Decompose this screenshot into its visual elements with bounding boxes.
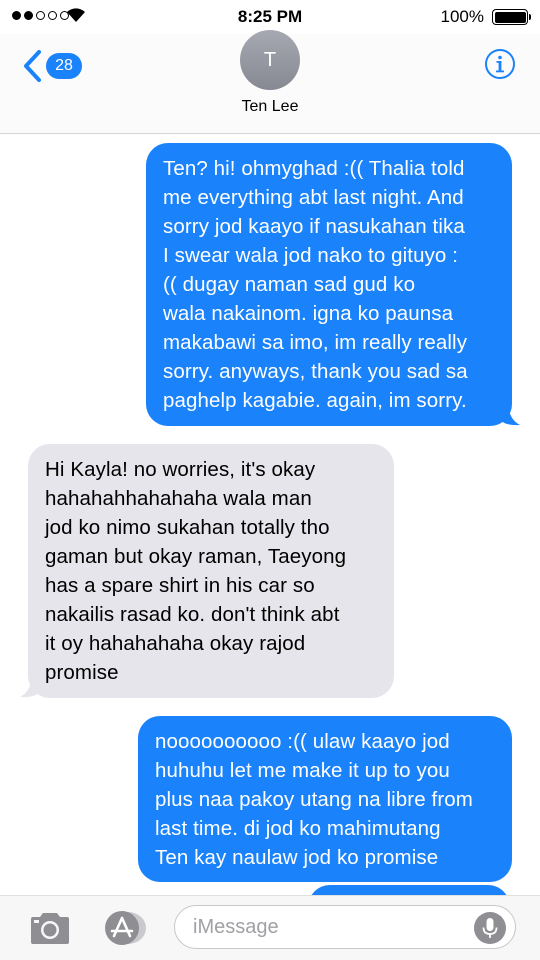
unread-count-badge: 28 — [46, 53, 82, 79]
message-bubble-outgoing[interactable]: noooooooooo :(( ulaw kaayo jod huhuhu let… — [138, 716, 512, 882]
message-text-line: Ten kay naulaw jod ko promise — [155, 846, 439, 869]
chevron-left-icon — [24, 50, 41, 82]
message-text-line: paghelp kagabie. again, im sorry. — [163, 389, 467, 412]
message-text-line: Ten? hi! ohmyghad :(( Thalia told — [163, 157, 465, 180]
info-icon[interactable] — [484, 48, 516, 80]
message-text-line: gaman but okay raman, Taeyong — [45, 545, 347, 568]
message-text-line: wala nakainom. igna ko paunsa — [163, 302, 454, 325]
message-bubble-outgoing[interactable]: Ten? hi! ohmyghad :(( Thalia told me ever… — [146, 143, 512, 426]
message-thread[interactable]: Ten? hi! ohmyghad :(( Thalia told me ever… — [0, 135, 540, 895]
status-bar: 8:25 PM 100% — [0, 0, 540, 34]
message-text-line: it oy hahahahaha okay rajod — [45, 632, 306, 655]
message-text-line: (( dugay naman sad gud ko — [163, 273, 416, 296]
contact-name[interactable]: Ten Lee — [0, 98, 540, 116]
message-input[interactable] — [174, 905, 516, 949]
message-bubble-incoming[interactable]: Hi Kayla! no worries, it's okay hahahahha… — [28, 444, 394, 698]
message-text-line: Hi Kayla! no worries, it's okay — [45, 458, 316, 481]
message-text-line: jod ko nimo sukahan totally tho — [45, 516, 330, 539]
app-store-icon[interactable] — [100, 910, 148, 946]
battery-percent: 100% — [440, 7, 484, 26]
message-text-line: me everything abt last night. And — [163, 186, 464, 209]
bubble-tail — [500, 406, 520, 426]
microphone-button[interactable] — [474, 912, 506, 944]
bubble-tail — [20, 678, 40, 698]
message-text-line: sorry. anyways, thank you sad sa — [163, 360, 468, 383]
compose-bar — [0, 895, 540, 960]
message-text-line: noooooooooo :(( ulaw kaayo jod — [155, 730, 450, 753]
back-button[interactable]: 28 — [20, 48, 82, 84]
message-text-line: nakailis rasad ko. don't think abt — [45, 603, 340, 626]
microphone-icon — [482, 918, 498, 938]
message-text-line: has a spare shirt in his car so — [45, 574, 315, 597]
message-text-line: huhuhu let me make it up to you — [155, 759, 450, 782]
message-text-line: plus naa pakoy utang na libre from — [155, 788, 473, 811]
message-text-line: last time. di jod ko mahimutang — [155, 817, 441, 840]
message-bubble-outgoing[interactable] — [308, 885, 510, 895]
message-text-line: promise — [45, 661, 119, 684]
camera-icon[interactable] — [28, 911, 72, 945]
message-text-line: hahahahhahahaha wala man — [45, 487, 312, 510]
message-text-line: sorry jod kaayo if nasukahan tika — [163, 215, 465, 238]
message-text-line: makabawi sa imo, im really really — [163, 331, 468, 354]
battery-icon — [492, 9, 531, 25]
message-text-line: I swear wala jod nako to gituyo : — [163, 244, 459, 267]
contact-avatar[interactable]: T — [240, 30, 300, 90]
conversation-header: 28 T Ten Lee — [0, 30, 540, 134]
